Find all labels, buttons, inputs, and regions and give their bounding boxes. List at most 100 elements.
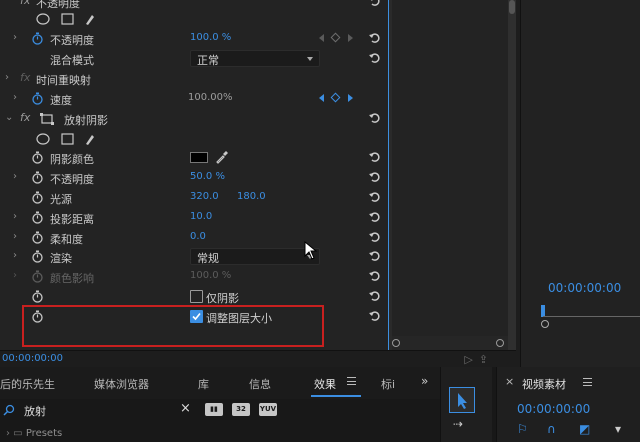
expand-twirl-icon[interactable]: ›: [13, 211, 17, 222]
tab-info[interactable]: 信息: [249, 376, 271, 392]
speed-value[interactable]: 100.00%: [188, 92, 233, 103]
current-time-display[interactable]: 00:00:00:00: [2, 353, 63, 364]
more-tabs-icon[interactable]: »: [421, 374, 428, 388]
program-timecode[interactable]: 00:00:00:00: [548, 281, 621, 295]
color-swatch[interactable]: [190, 152, 208, 163]
reset-icon[interactable]: [368, 170, 382, 184]
reset-icon[interactable]: [368, 230, 382, 244]
ellipse-mask-icon[interactable]: [36, 133, 50, 145]
presets-folder[interactable]: › ▭ Presets: [6, 428, 62, 439]
tab-effects[interactable]: 效果: [314, 376, 336, 392]
stopwatch-icon[interactable]: [31, 92, 44, 105]
reset-icon[interactable]: [368, 210, 382, 224]
render-row[interactable]: › 渲染 常规: [0, 241, 390, 267]
add-keyframe-icon[interactable]: [330, 32, 341, 43]
zoom-handle[interactable]: [541, 320, 549, 328]
softness-row[interactable]: › 柔和度 0.0: [0, 228, 390, 248]
stopwatch-icon[interactable]: [31, 171, 44, 184]
expand-twirl-icon[interactable]: ›: [5, 72, 9, 83]
tab-media-browser[interactable]: 媒体浏览器: [94, 376, 149, 392]
pen-mask-icon[interactable]: [86, 135, 94, 145]
yuv-filter-button[interactable]: YUV: [259, 403, 277, 416]
stopwatch-icon[interactable]: [31, 250, 44, 263]
pen-mask-icon[interactable]: [86, 15, 94, 25]
stopwatch-icon[interactable]: [31, 290, 44, 303]
shadow-only-row[interactable]: 仅阴影: [0, 287, 390, 307]
stopwatch-icon[interactable]: [31, 211, 44, 224]
vertical-scrollbar[interactable]: [508, 0, 516, 350]
timeline-zoom-scrollbar[interactable]: [392, 336, 510, 350]
color-influence-row[interactable]: › 颜色影响 100.0 %: [0, 267, 390, 287]
stopwatch-icon[interactable]: [31, 231, 44, 244]
reset-icon[interactable]: [368, 269, 382, 283]
drop-shadow-section-row[interactable]: ⌄ fx 放射阴影: [0, 109, 390, 129]
magnet-icon[interactable]: ∩: [547, 422, 556, 436]
reset-icon[interactable]: [368, 309, 382, 323]
softness-value[interactable]: 0.0: [190, 231, 206, 242]
32bit-filter-button[interactable]: 32: [232, 403, 250, 416]
shadow-opacity-value[interactable]: 50.0 %: [190, 171, 225, 182]
expand-twirl-icon[interactable]: ›: [13, 270, 17, 281]
search-input[interactable]: 放射: [24, 403, 46, 419]
source-title[interactable]: 视频素材: [522, 376, 566, 392]
mark-in-icon[interactable]: ⚐: [517, 422, 528, 436]
expand-twirl-icon[interactable]: ›: [13, 92, 17, 103]
blend-mode-row[interactable]: 混合模式 正常: [0, 49, 390, 69]
reset-icon[interactable]: [368, 190, 382, 204]
render-dropdown[interactable]: 常规: [190, 248, 320, 265]
filter-icon[interactable]: ▷: [464, 353, 478, 366]
expand-twirl-icon[interactable]: ›: [13, 171, 17, 182]
add-marker-icon[interactable]: ◩: [579, 422, 590, 436]
expand-twirl-icon[interactable]: ›: [13, 231, 17, 242]
reset-icon[interactable]: [368, 111, 382, 125]
tab-project[interactable]: 后的乐先生: [0, 376, 55, 392]
rect-mask-icon[interactable]: [61, 13, 74, 25]
prev-keyframe-icon[interactable]: [319, 34, 324, 42]
distance-value[interactable]: 10.0: [190, 211, 212, 222]
close-icon[interactable]: ×: [505, 375, 514, 388]
fx-badge[interactable]: fx: [20, 0, 30, 7]
selection-tool[interactable]: [449, 387, 475, 413]
effects-search[interactable]: 放射 ×: [0, 401, 198, 419]
reset-icon[interactable]: [368, 249, 382, 263]
tab-markers[interactable]: 标i: [381, 376, 395, 392]
light-source-x[interactable]: 320.0: [190, 191, 219, 202]
next-keyframe-icon[interactable]: [348, 34, 353, 42]
blend-mode-dropdown[interactable]: 正常: [190, 50, 320, 67]
stopwatch-icon[interactable]: [31, 32, 44, 45]
fx-badge[interactable]: fx: [20, 111, 30, 124]
fx-badge[interactable]: fx: [20, 71, 30, 84]
panel-menu-icon[interactable]: [583, 378, 592, 386]
distance-row[interactable]: › 投影距离 10.0: [0, 208, 390, 228]
marker-icon[interactable]: ▾: [615, 422, 621, 436]
panel-menu-icon[interactable]: [347, 377, 356, 385]
shadow-opacity-row[interactable]: › 不透明度 50.0 %: [0, 168, 390, 188]
reset-icon[interactable]: [368, 289, 382, 303]
export-icon[interactable]: ⇪: [479, 353, 494, 366]
reset-icon[interactable]: [368, 0, 382, 8]
stopwatch-icon[interactable]: [31, 191, 44, 204]
clear-search-icon[interactable]: ×: [180, 401, 191, 416]
reset-icon[interactable]: [368, 31, 382, 45]
light-source-row[interactable]: 光源 320.0 180.0: [0, 188, 390, 208]
stopwatch-icon[interactable]: [31, 270, 44, 283]
source-timecode[interactable]: 00:00:00:00: [517, 402, 590, 416]
add-keyframe-icon[interactable]: [330, 92, 341, 103]
stopwatch-icon[interactable]: [31, 151, 44, 164]
expand-twirl-icon[interactable]: ›: [13, 32, 17, 43]
scroll-thumb[interactable]: [509, 0, 515, 14]
rect-mask-icon[interactable]: [61, 133, 74, 145]
expand-twirl-icon[interactable]: ›: [13, 250, 17, 261]
effect-controls-timeline[interactable]: [392, 0, 516, 350]
track-select-tool[interactable]: ⇢: [453, 417, 463, 431]
prev-keyframe-icon[interactable]: [319, 94, 324, 102]
next-keyframe-icon[interactable]: [348, 94, 353, 102]
collapse-twirl-icon[interactable]: ⌄: [5, 112, 13, 123]
shadow-only-checkbox[interactable]: [190, 290, 203, 303]
eyedropper-icon[interactable]: [214, 149, 230, 165]
opacity-row[interactable]: › 不透明度 100.0 %: [0, 29, 390, 49]
accelerated-effects-icon[interactable]: ▮▮: [205, 403, 223, 416]
shadow-color-row[interactable]: 阴影颜色: [0, 148, 390, 168]
reset-icon[interactable]: [368, 150, 382, 164]
program-scrubber-track[interactable]: [543, 316, 640, 317]
